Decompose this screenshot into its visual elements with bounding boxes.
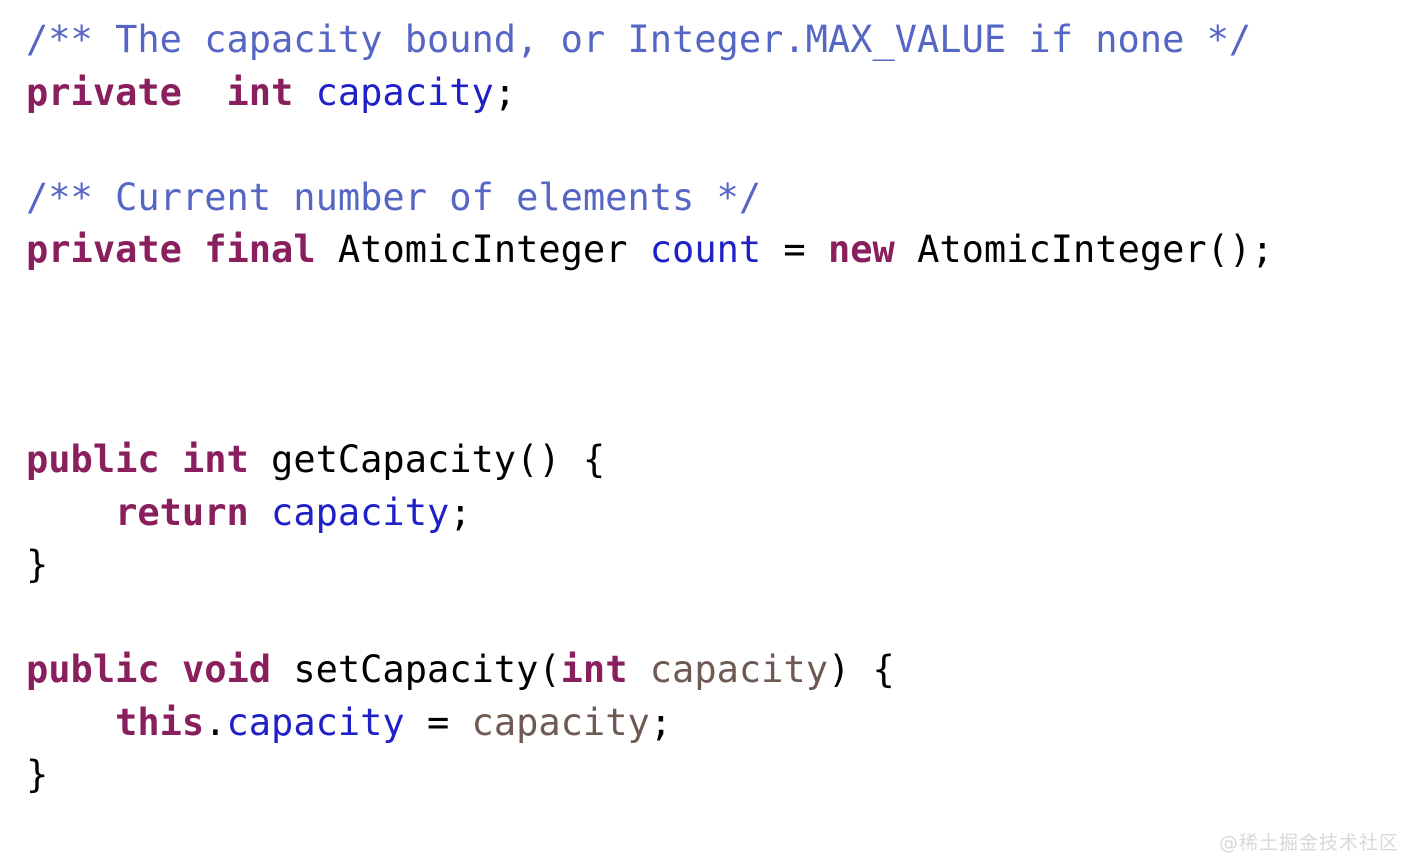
code-viewer[interactable]: /** The capacity bound, or Integer.MAX_V… (0, 0, 1409, 861)
code-token-punct: . (204, 700, 227, 744)
code-token-comment: /** Current number of elements */ (26, 175, 762, 219)
code-token-punct: ) { (827, 648, 895, 691)
code-token-punct: } (26, 543, 49, 586)
code-line: private final AtomicInteger count = new … (26, 224, 1409, 277)
code-token-keyword: void (181, 648, 272, 691)
watermark: @稀土掘金技术社区 (1218, 832, 1399, 854)
code-token-punct: () { (516, 438, 606, 481)
code-token-field: capacity (226, 700, 405, 744)
code-token-punct: = (761, 228, 828, 271)
code-token-punct: = (404, 700, 472, 744)
code-token-keyword: final (204, 228, 316, 271)
code-line: public int getCapacity() { (26, 434, 1409, 487)
code-line: } (26, 539, 1409, 592)
code-token-punct: } (26, 753, 49, 796)
code-line: /** The capacity bound, or Integer.MAX_V… (26, 14, 1409, 67)
code-token-type: AtomicInteger (337, 228, 628, 271)
code-lines-container: /** The capacity bound, or Integer.MAX_V… (26, 14, 1409, 802)
code-token-keyword: int (560, 648, 628, 691)
code-token-keyword: private (26, 70, 182, 114)
code-token-punct: ; (449, 490, 472, 534)
code-line: public void setCapacity(int capacity) { (26, 644, 1409, 697)
code-line: /** Current number of elements */ (26, 172, 1409, 225)
code-token-keyword: new (827, 228, 895, 271)
code-line: } (26, 749, 1409, 802)
code-token-punct: ; (649, 700, 673, 744)
code-line: this.capacity = capacity; (26, 697, 1409, 750)
code-token-field: capacity (315, 70, 494, 114)
code-token-comment: /** The capacity bound, or Integer.MAX_V… (26, 18, 1252, 61)
code-token-type: AtomicInteger(); (917, 228, 1274, 271)
code-token-method: getCapacity (271, 438, 517, 481)
code-token-keyword: return (115, 490, 249, 534)
code-token-keyword: private (26, 228, 182, 271)
code-token-field: count (649, 228, 762, 271)
code-token-param: capacity (649, 648, 828, 691)
code-token-punct: ; (493, 70, 517, 114)
code-token-keyword: int (181, 438, 249, 481)
code-token-param: capacity (471, 700, 650, 744)
code-line: private int capacity; (26, 67, 1409, 120)
code-token-punct: ( (538, 648, 561, 691)
code-token-keyword: this (115, 700, 205, 744)
code-token-keyword: public (26, 648, 160, 691)
code-token-field: capacity (271, 490, 450, 534)
code-line: return capacity; (26, 487, 1409, 540)
code-token-keyword: int (226, 70, 294, 114)
code-token-method: setCapacity (293, 648, 539, 691)
code-token-keyword: public (26, 438, 160, 481)
